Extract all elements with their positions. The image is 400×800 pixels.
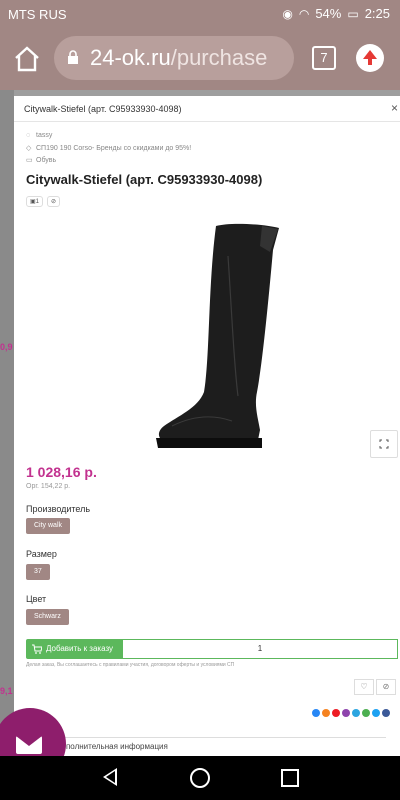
tab-switcher-button[interactable]: 7 bbox=[312, 46, 336, 70]
status-bar: MTS RUS ◉ ◠ 54% ▭ 2:25 bbox=[0, 0, 400, 28]
wifi-icon: ◠ bbox=[298, 6, 310, 21]
heart-icon: ♡ bbox=[360, 682, 368, 691]
share-icon[interactable] bbox=[322, 709, 330, 717]
share-icon[interactable] bbox=[342, 709, 350, 717]
link-icon[interactable]: ⊘ bbox=[47, 196, 61, 207]
image-count: 1 bbox=[35, 199, 40, 205]
meta-purchase-text: СП190 190 Corso- Бренды со скидками до 9… bbox=[36, 145, 192, 152]
meta-category-text: Обувь bbox=[36, 157, 57, 164]
eye-icon: ◉ bbox=[282, 6, 293, 21]
modal-header-title: Citywalk-Stiefel (арт. C95933930-4098) bbox=[24, 104, 182, 114]
cart-icon bbox=[32, 644, 42, 654]
battery-icon: ▭ bbox=[347, 6, 359, 21]
terms-text: Делая заказ, Вы соглашаетесь с правилами… bbox=[26, 662, 235, 668]
mail-icon bbox=[16, 736, 42, 754]
address-bar[interactable]: 24-ok.ru/purchase bbox=[54, 36, 294, 80]
back-icon[interactable] bbox=[103, 768, 117, 786]
size-label: Размер bbox=[26, 549, 57, 559]
share-icon[interactable] bbox=[372, 709, 380, 717]
home-icon[interactable] bbox=[12, 44, 42, 74]
link-icon: ⊘ bbox=[382, 682, 390, 691]
bg-price-fragment: 9,1 bbox=[0, 686, 13, 696]
recents-icon[interactable] bbox=[281, 769, 299, 787]
quantity-input[interactable]: 1 bbox=[122, 639, 398, 659]
add-to-order-label: Добавить к заказу bbox=[46, 644, 114, 653]
share-icon[interactable] bbox=[352, 709, 360, 717]
upload-icon[interactable] bbox=[356, 44, 384, 72]
home-circle-icon[interactable] bbox=[190, 768, 210, 788]
meta-category[interactable]: ▭ Обувь bbox=[26, 156, 56, 164]
meta-organizer-text: tassy bbox=[36, 132, 53, 139]
url-path: /purchase bbox=[170, 45, 268, 70]
battery-percent: 54% bbox=[315, 6, 342, 21]
browser-toolbar: 24-ok.ru/purchase 7 bbox=[0, 28, 400, 90]
url-domain: 24-ok.ru bbox=[90, 45, 171, 70]
add-to-order-row: Добавить к заказу 1 bbox=[26, 639, 398, 659]
favorite-button[interactable]: ♡ bbox=[354, 679, 374, 695]
social-share-bar bbox=[312, 709, 390, 717]
size-chip[interactable]: 37 bbox=[26, 564, 50, 580]
image-badges: ▣1 ⊘ bbox=[26, 196, 61, 207]
product-image[interactable] bbox=[142, 216, 282, 452]
user-icon: ◌ bbox=[26, 132, 31, 139]
expand-icon[interactable] bbox=[370, 430, 398, 458]
carrier-label: MTS RUS bbox=[8, 7, 67, 22]
background-page-edge bbox=[0, 90, 14, 756]
lock-icon bbox=[68, 50, 78, 64]
additional-info-section[interactable]: Дополнительная информация bbox=[26, 737, 386, 751]
folder-icon: ▭ bbox=[26, 157, 33, 164]
tag-icon: ◇ bbox=[26, 145, 32, 152]
org-fee: Орг. 154,22 р. bbox=[26, 483, 71, 490]
android-navbar bbox=[0, 756, 400, 800]
clock: 2:25 bbox=[364, 6, 390, 21]
add-to-order-button[interactable]: Добавить к заказу bbox=[26, 639, 122, 659]
url-text: 24-ok.ru/purchase bbox=[90, 45, 290, 71]
image-count-badge[interactable]: ▣1 bbox=[26, 196, 44, 207]
share-icon[interactable] bbox=[312, 709, 320, 717]
product-title: Citywalk-Stiefel (арт. C95933930-4098) bbox=[26, 172, 263, 187]
meta-purchase[interactable]: ◇ СП190 190 Corso- Бренды со скидками до … bbox=[26, 144, 191, 152]
status-icons: ◉ ◠ 54% ▭ 2:25 bbox=[282, 6, 390, 21]
manufacturer-label: Производитель bbox=[26, 504, 91, 514]
meta-organizer[interactable]: ◌ tassy bbox=[26, 132, 52, 139]
manufacturer-chip[interactable]: City walk bbox=[26, 518, 71, 534]
color-label: Цвет bbox=[26, 594, 47, 604]
bg-price-fragment: 0,9 bbox=[0, 342, 13, 352]
close-icon[interactable]: × bbox=[391, 101, 398, 115]
product-modal: Citywalk-Stiefel (арт. C95933930-4098) ×… bbox=[14, 96, 400, 756]
share-link-button[interactable]: ⊘ bbox=[376, 679, 396, 695]
share-icon[interactable] bbox=[362, 709, 370, 717]
modal-header: Citywalk-Stiefel (арт. C95933930-4098) × bbox=[14, 96, 400, 122]
color-chip[interactable]: Schwarz bbox=[26, 609, 69, 625]
product-price: 1 028,16 р. bbox=[26, 464, 97, 480]
share-icon[interactable] bbox=[332, 709, 340, 717]
share-icon[interactable] bbox=[382, 709, 390, 717]
